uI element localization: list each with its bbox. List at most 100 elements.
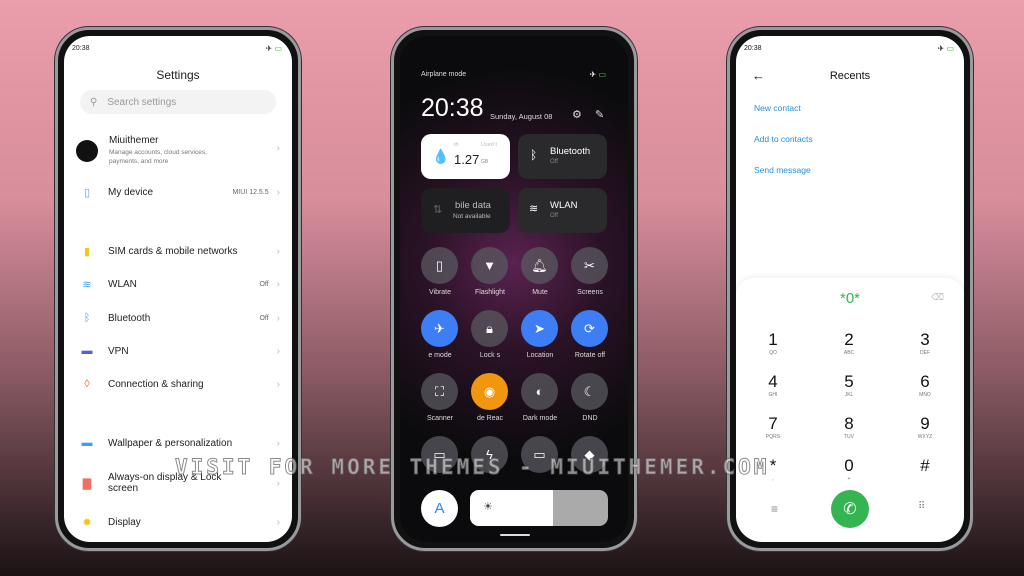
data-used-value: 1.27 bbox=[454, 152, 480, 167]
dialpad: *0* ⌫ 1 QO 2 ABC 3 DEF 4 GHI 5 JKL 6 MNO 7 PQRS 8 TUV 9 W… bbox=[736, 278, 964, 542]
home-indicator bbox=[500, 534, 530, 536]
toggle-vibrate[interactable]: ▯ bbox=[421, 247, 458, 284]
menu-icon[interactable]: ≡ bbox=[771, 502, 778, 516]
lock-icon: 🔒︎ bbox=[486, 320, 493, 336]
bell-icon: 🔔︎ bbox=[531, 257, 548, 273]
backspace-icon[interactable]: ⌫ bbox=[931, 292, 944, 303]
dial-key[interactable]: 8 TUV bbox=[819, 414, 879, 440]
avatar bbox=[76, 140, 98, 162]
bluetooth-tile[interactable]: ᛒ Bluetooth Off bbox=[518, 134, 607, 179]
account-item[interactable]: Miuithemer Manage accounts, cloud servic… bbox=[76, 134, 280, 168]
phone-icon: ✆ bbox=[843, 501, 857, 518]
chevron-right-icon: › bbox=[276, 245, 280, 257]
toggle-scanner[interactable]: ⛶ bbox=[421, 373, 458, 410]
eye-icon: ◉ bbox=[483, 383, 496, 399]
edit-icon[interactable]: ✎ bbox=[595, 108, 604, 121]
date: Sunday, August 08 bbox=[490, 112, 553, 121]
toggle-moon[interactable]: ☾ bbox=[571, 373, 608, 410]
dial-key[interactable]: 0 + bbox=[819, 456, 879, 482]
dialer-screen: 20:38 ✈ ▭ ← Recents New contact Add to c… bbox=[736, 36, 964, 542]
toggle-rotate-lock[interactable]: ⟳ bbox=[571, 310, 608, 347]
dialpad-toggle-icon[interactable]: ⠿ bbox=[918, 501, 925, 512]
rotate-lock-icon: ⟳ bbox=[584, 320, 595, 336]
search-input[interactable]: ⚲ Search settings bbox=[80, 90, 276, 114]
dark-mode-icon: ◐ bbox=[535, 384, 544, 399]
vibrate-icon: ▯ bbox=[435, 257, 444, 273]
settings-item[interactable]: ▬ VPN › bbox=[76, 341, 281, 361]
dial-key[interactable]: 3 DEF bbox=[895, 330, 955, 356]
chevron-right-icon: › bbox=[276, 477, 280, 489]
settings-item[interactable]: ᛒ Bluetooth Off › bbox=[76, 308, 280, 328]
toggle-label: Rotate off bbox=[574, 352, 606, 359]
add-to-contacts-link[interactable]: Add to contacts bbox=[754, 134, 813, 144]
toggle-airplane[interactable]: ✈ bbox=[421, 310, 458, 347]
water-drop-icon: 💧 bbox=[432, 148, 450, 164]
dial-key[interactable]: 6 MNO bbox=[895, 372, 955, 398]
bluetooth-icon: ᛒ bbox=[530, 148, 538, 162]
sun-icon: ☀ bbox=[483, 501, 493, 513]
phone-icon: ▯ bbox=[83, 186, 91, 199]
bluetooth-icon: ᛒ bbox=[83, 312, 91, 324]
auto-brightness-button[interactable]: A bbox=[421, 490, 458, 527]
settings-gear-icon[interactable]: ⚙ bbox=[572, 108, 582, 121]
sim-icon: ▮ bbox=[83, 245, 91, 258]
toggle-location[interactable]: ➤ bbox=[521, 310, 558, 347]
page-title: Settings bbox=[156, 68, 200, 82]
dial-key[interactable]: 1 QO bbox=[743, 330, 803, 356]
status-icons: ✈ ▭ bbox=[589, 70, 607, 79]
wallpaper-icon: ▬ bbox=[81, 437, 93, 449]
screenshot-icon: ✂ bbox=[584, 257, 595, 273]
dial-input[interactable]: *0* bbox=[736, 290, 964, 307]
dial-key[interactable]: 5 JKL bbox=[819, 372, 879, 398]
toggle-lock[interactable]: 🔒︎ bbox=[471, 310, 508, 347]
dial-key[interactable]: 4 GHI bbox=[743, 372, 803, 398]
chevron-right-icon: › bbox=[276, 437, 280, 449]
dial-key[interactable]: # bbox=[895, 456, 955, 476]
settings-item[interactable]: ✹ Display › bbox=[76, 512, 280, 532]
wlan-tile[interactable]: ≋ WLAN Off bbox=[518, 188, 607, 233]
settings-item[interactable]: ≋ WLAN Off › bbox=[76, 274, 280, 294]
chevron-right-icon: › bbox=[276, 143, 280, 154]
mobile-data-tile[interactable]: ⇅ bile data Not available bbox=[421, 188, 510, 233]
settings-item[interactable]: ◊ Connection & sharing › bbox=[76, 374, 280, 394]
scanner-icon: ⛶ bbox=[434, 383, 445, 399]
flashlight-icon: ▼ bbox=[483, 258, 496, 273]
send-message-link[interactable]: Send message bbox=[754, 165, 811, 175]
chevron-right-icon: › bbox=[276, 278, 280, 290]
connection-icon: ◊ bbox=[84, 378, 90, 390]
chevron-right-icon: › bbox=[276, 516, 280, 528]
call-button[interactable]: ✆ bbox=[831, 490, 869, 528]
chevron-right-icon: › bbox=[276, 345, 280, 357]
vpn-icon: ▬ bbox=[81, 345, 93, 357]
toggle-dark-mode[interactable]: ◐ bbox=[521, 373, 558, 410]
toggle-screenshot[interactable]: ✂ bbox=[571, 247, 608, 284]
dial-key[interactable]: 2 ABC bbox=[819, 330, 879, 356]
account-name: Miuithemer bbox=[109, 135, 159, 146]
brightness-slider[interactable]: ☀ bbox=[470, 490, 608, 526]
my-device-item[interactable]: ▯ My device MIUI 12.5.5 › bbox=[76, 182, 280, 202]
data-usage-tile[interactable]: 💧 th Used t 1.27 GB bbox=[421, 134, 510, 179]
chevron-right-icon: › bbox=[276, 186, 280, 198]
chevron-right-icon: › bbox=[276, 312, 280, 324]
dial-key[interactable]: 7 PQRS bbox=[743, 414, 803, 440]
wifi-icon: ≋ bbox=[529, 203, 539, 215]
chevron-right-icon: › bbox=[276, 378, 280, 390]
toggle-flashlight[interactable]: ▼ bbox=[471, 247, 508, 284]
watermark: VISIT FOR MORE THEMES - MIUITHEMER.COM bbox=[174, 455, 770, 480]
toggle-eye[interactable]: ◉ bbox=[471, 373, 508, 410]
airplane-mode-label: Airplane mode bbox=[421, 71, 467, 78]
settings-item[interactable]: ▬ Wallpaper & personalization › bbox=[76, 433, 281, 453]
toggle-label: Screens bbox=[577, 289, 603, 296]
toggle-bell[interactable]: 🔔︎ bbox=[521, 247, 558, 284]
airplane-icon: ✈ bbox=[434, 320, 445, 336]
status-icons: ✈ ▭ bbox=[265, 44, 283, 53]
new-contact-link[interactable]: New contact bbox=[754, 103, 801, 113]
wifi-icon: ≋ bbox=[82, 278, 92, 291]
status-time: 20:38 bbox=[72, 45, 90, 52]
toggle-label: DND bbox=[582, 415, 598, 422]
settings-item[interactable]: ▮ SIM cards & mobile networks › bbox=[76, 241, 280, 261]
mobile-data-icon: ⇅ bbox=[433, 204, 443, 216]
dial-key[interactable]: 9 WXYZ bbox=[895, 414, 955, 440]
page-title: Recents bbox=[829, 70, 871, 82]
status-time: 20:38 bbox=[744, 45, 762, 52]
